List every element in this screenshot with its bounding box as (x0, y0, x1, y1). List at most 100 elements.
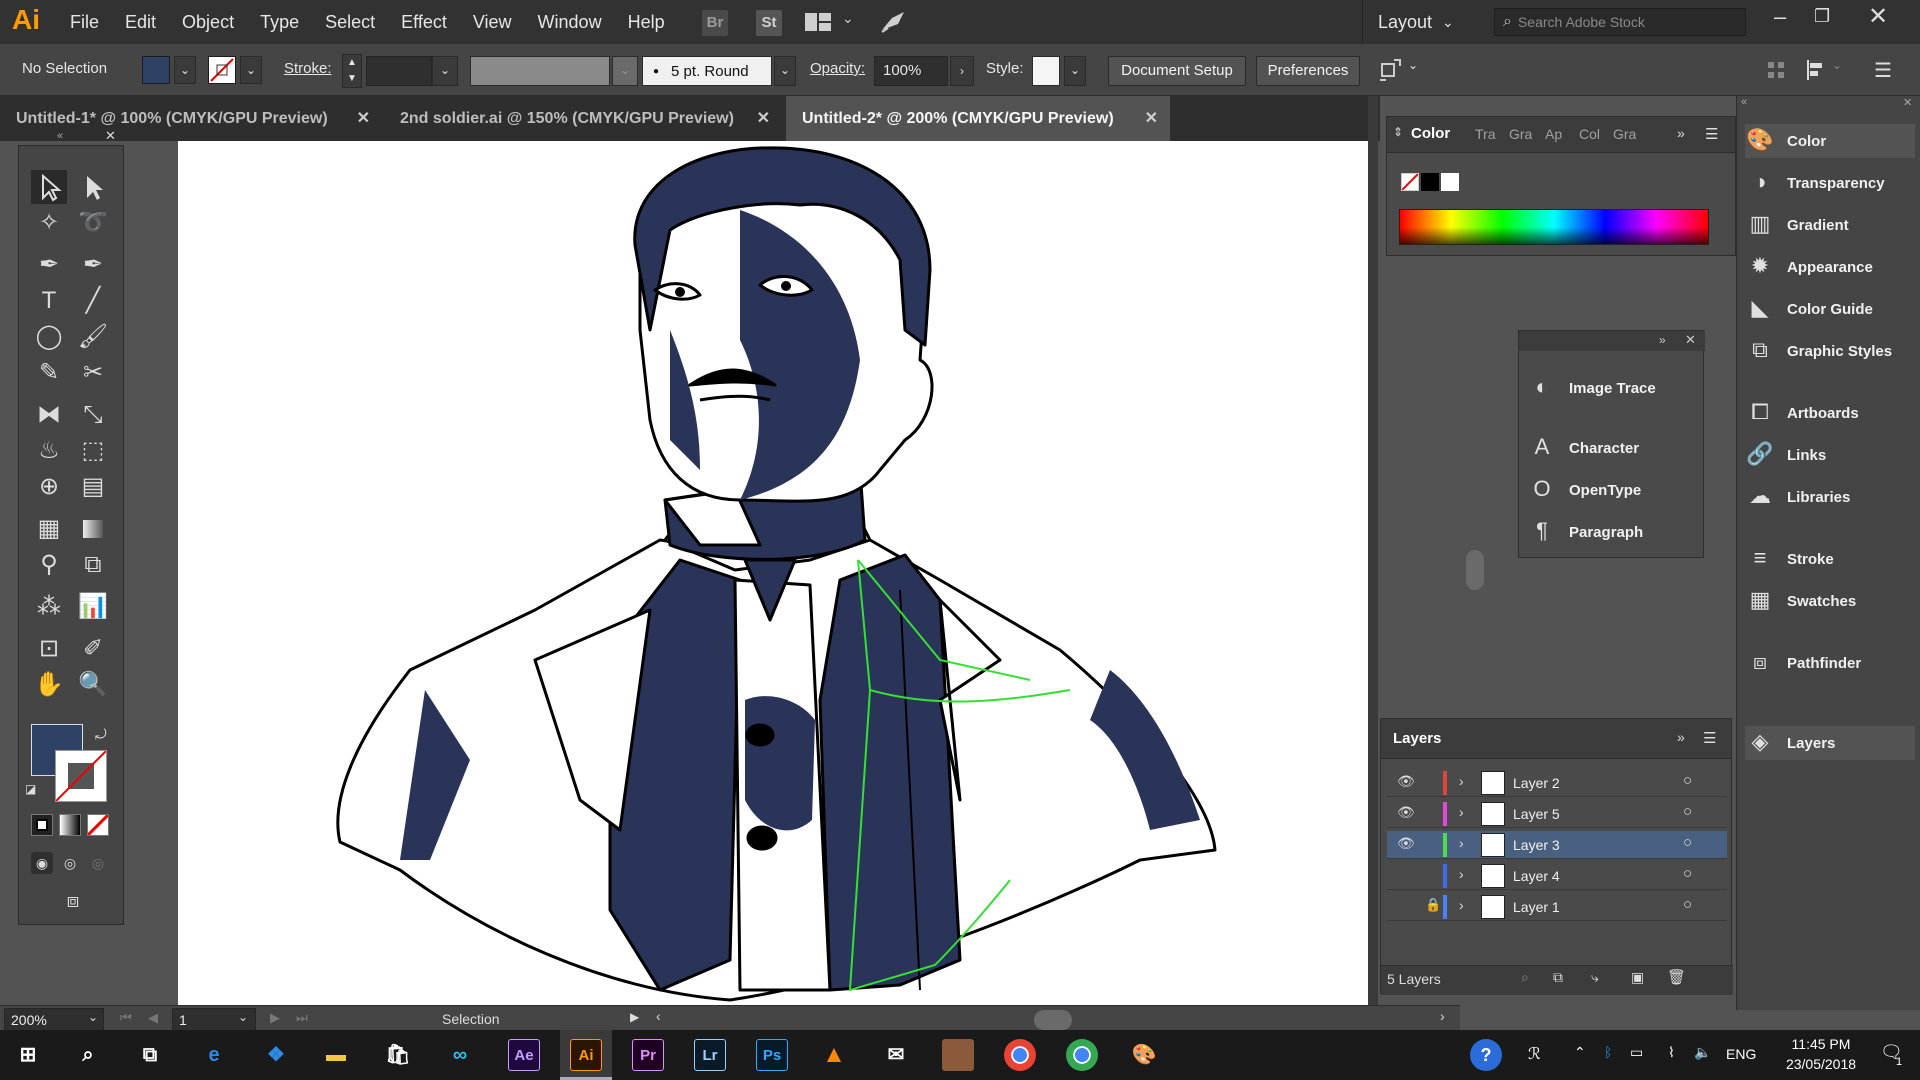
stroke-swatch[interactable] (208, 56, 236, 84)
chevron-right-icon[interactable]: › (950, 56, 974, 86)
chrome-profile-icon[interactable] (1066, 1039, 1098, 1071)
default-fill-stroke-icon[interactable]: ◪ (25, 782, 36, 796)
close-icon[interactable]: ✕ (357, 96, 370, 141)
bridge-button[interactable]: Br (702, 10, 728, 36)
chevron-down-icon[interactable]: ⌄ (842, 10, 854, 27)
arrange-icon[interactable] (1378, 58, 1404, 84)
language-indicator[interactable]: ENG (1726, 1046, 1756, 1062)
target-icon[interactable]: ○ (1683, 896, 1692, 913)
perspective-grid-tool-icon[interactable]: ▤ (75, 470, 111, 504)
scale-tool-icon[interactable]: ⤡ (75, 398, 111, 432)
warp-tool-icon[interactable]: ♨ (31, 434, 67, 468)
scroll-right-icon[interactable]: › (1440, 1008, 1445, 1024)
target-icon[interactable]: ○ (1683, 865, 1692, 882)
panel-menu-icon[interactable]: ☰ (1705, 125, 1718, 143)
locate-object-icon[interactable]: ⌕ (1521, 969, 1529, 986)
variable-width-profile[interactable] (470, 56, 610, 86)
pen-tool-icon[interactable]: ✒ (31, 248, 67, 282)
tab-color[interactable]: Color (1411, 125, 1450, 142)
panel-image-trace[interactable]: ◐ Image Trace (1527, 371, 1697, 405)
file-explorer-icon[interactable]: ▬ (320, 1039, 352, 1071)
dock-item-graphic-styles[interactable]: ⧉ Graphic Styles (1745, 334, 1915, 368)
layer-row[interactable]: › Layer 4 ○ (1387, 862, 1727, 890)
visibility-eye-icon[interactable]: 👁 (1397, 804, 1415, 821)
first-artboard-icon[interactable]: ⏮ (120, 1010, 132, 1026)
clock-date[interactable]: 23/05/2018 (1772, 1056, 1870, 1072)
infinity-app-icon[interactable]: ∞ (444, 1039, 476, 1071)
next-artboard-icon[interactable]: ▶ (270, 1010, 280, 1026)
direct-selection-tool-icon[interactable] (75, 170, 111, 204)
lightroom-icon[interactable]: Lr (694, 1039, 726, 1071)
search-icon[interactable]: ⌕ (72, 1039, 104, 1071)
bluetooth-icon[interactable]: ᛒ (1604, 1044, 1612, 1060)
tab-2nd-soldier[interactable]: 2nd soldier.ai @ 150% (CMYK/GPU Preview)… (384, 96, 782, 141)
panel-paragraph[interactable]: ¶ Paragraph (1527, 515, 1697, 549)
chevron-down-icon[interactable]: ⌄ (774, 56, 796, 86)
scissors-tool-icon[interactable]: ✂ (75, 356, 111, 390)
eyedropper-tool-icon[interactable]: ⚲ (31, 548, 67, 582)
white-swatch[interactable] (1441, 173, 1459, 191)
artboard[interactable] (178, 141, 1368, 1005)
color-spectrum[interactable] (1399, 209, 1709, 245)
opacity-label[interactable]: Opacity: (810, 60, 865, 77)
people-icon[interactable]: ℛ (1528, 1044, 1541, 1064)
layer-name[interactable]: Layer 3 (1513, 837, 1560, 853)
task-view-icon[interactable]: ⧉ (134, 1039, 166, 1071)
panel-character[interactable]: A Character (1527, 431, 1697, 465)
graphic-style-swatch[interactable] (1032, 56, 1060, 86)
tab-transparency[interactable]: Tra (1475, 126, 1495, 142)
menu-type[interactable]: Type (260, 12, 299, 33)
brush-definition[interactable]: ● 5 pt. Round (642, 56, 772, 86)
chevron-down-icon[interactable]: ⌄ (1832, 58, 1842, 72)
swap-fill-stroke-icon[interactable]: ⤾ (95, 726, 107, 743)
expand-layer-icon[interactable]: › (1459, 804, 1464, 820)
chrome-icon[interactable] (1004, 1039, 1036, 1071)
expand-layer-icon[interactable]: › (1459, 866, 1464, 882)
layers-panel-title[interactable]: Layers (1393, 730, 1441, 747)
target-icon[interactable]: ○ (1683, 772, 1692, 789)
blend-tool-icon[interactable]: ⧉ (75, 548, 111, 582)
magic-wand-tool-icon[interactable]: ✧ (31, 206, 67, 240)
help-icon[interactable]: ? (1470, 1039, 1502, 1071)
free-transform-tool-icon[interactable]: ⬚ (75, 434, 111, 468)
premiere-icon[interactable]: Pr (632, 1039, 664, 1071)
close-icon[interactable]: ✕ (105, 128, 116, 144)
draw-behind-icon[interactable]: ◎ (59, 852, 81, 874)
chevron-down-icon[interactable]: ⌄ (1064, 56, 1086, 86)
close-icon[interactable]: ✕ (757, 96, 770, 141)
layer-name[interactable]: Layer 1 (1513, 899, 1560, 915)
none-swatch[interactable] (1401, 173, 1419, 191)
paintbrush-tool-icon[interactable]: 🖌 (75, 320, 111, 354)
tab-graphic-styles[interactable]: Gra (1613, 126, 1636, 142)
chevron-down-icon[interactable]: ⌄ (240, 56, 262, 84)
edge-icon[interactable]: e (198, 1039, 230, 1071)
opacity-field[interactable]: 100% (874, 56, 948, 86)
chevron-up-icon[interactable]: ⌃ (1574, 1044, 1586, 1061)
menu-view[interactable]: View (473, 12, 512, 33)
menu-object[interactable]: Object (182, 12, 234, 33)
volume-icon[interactable]: 🔈 (1694, 1044, 1711, 1061)
expand-tabs-icon[interactable]: » (1677, 729, 1685, 745)
search-input[interactable]: Search Adobe Stock (1518, 14, 1645, 30)
shaper-tool-icon[interactable]: ✎ (31, 356, 67, 390)
menu-select[interactable]: Select (325, 12, 375, 33)
layer-name[interactable]: Layer 5 (1513, 806, 1560, 822)
layer-row[interactable]: 👁 › Layer 2 ○ (1387, 769, 1727, 797)
photoshop-icon[interactable]: Ps (756, 1039, 788, 1071)
previous-artboard-icon[interactable]: ◀ (148, 1010, 158, 1026)
symbol-sprayer-tool-icon[interactable]: ⁂ (31, 590, 67, 624)
shape-builder-tool-icon[interactable]: ⊕ (31, 470, 67, 504)
dock-item-layers[interactable]: ◈ Layers (1745, 726, 1915, 760)
layer-name[interactable]: Layer 4 (1513, 868, 1560, 884)
chevron-down-icon[interactable]: ⌄ (612, 56, 638, 86)
last-artboard-icon[interactable]: ⏭ (296, 1010, 308, 1026)
chevron-down-icon[interactable]: ⌄ (238, 1010, 248, 1024)
expand-tabs-icon[interactable]: » (1677, 125, 1685, 141)
close-icon[interactable]: ✕ (1685, 332, 1696, 348)
target-icon[interactable]: ○ (1683, 834, 1692, 851)
chevron-down-icon[interactable]: ⌄ (1408, 58, 1418, 72)
layer-row[interactable]: 👁 › Layer 5 ○ (1387, 800, 1727, 828)
panel-menu-icon[interactable]: ☰ (1703, 729, 1716, 747)
make-clipping-mask-icon[interactable]: ⧉ (1553, 969, 1563, 986)
visibility-eye-icon[interactable]: 👁 (1397, 835, 1415, 852)
